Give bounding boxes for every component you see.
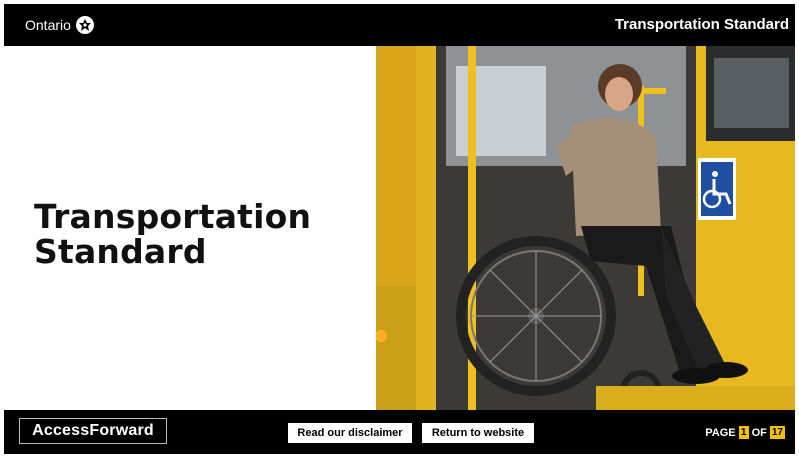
ontario-trillium-logo-icon [75,16,94,34]
hero-title-line1: Transportation [34,197,312,236]
hero-photo-wheelchair-bus [376,46,795,410]
disclaimer-button[interactable]: Read our disclaimer [288,423,412,443]
title-pane: Transportation Standard [4,46,376,410]
ontario-brand: Ontario [25,16,94,34]
page-label: PAGE [705,426,736,439]
header-bar: Ontario Transportation Standard [4,4,795,46]
page-of-label: OF [751,426,767,439]
page-title: Transportation Standard [614,16,789,33]
page-current: 1 [738,426,749,439]
accessforward-logo[interactable]: AccessForward [19,418,167,444]
footer-bar: AccessForward Read our disclaimer Return… [4,410,795,454]
hero-title: Transportation Standard [34,199,354,269]
return-to-website-button[interactable]: Return to website [422,423,534,443]
app-frame: Ontario Transportation Standard Transpor… [4,4,795,454]
hero-title-line2: Standard [34,232,207,271]
slide-content: Transportation Standard [4,46,795,410]
page-total: 17 [769,426,785,439]
page-indicator: PAGE 1 OF 17 [705,426,785,439]
ontario-brand-text: Ontario [25,17,71,33]
